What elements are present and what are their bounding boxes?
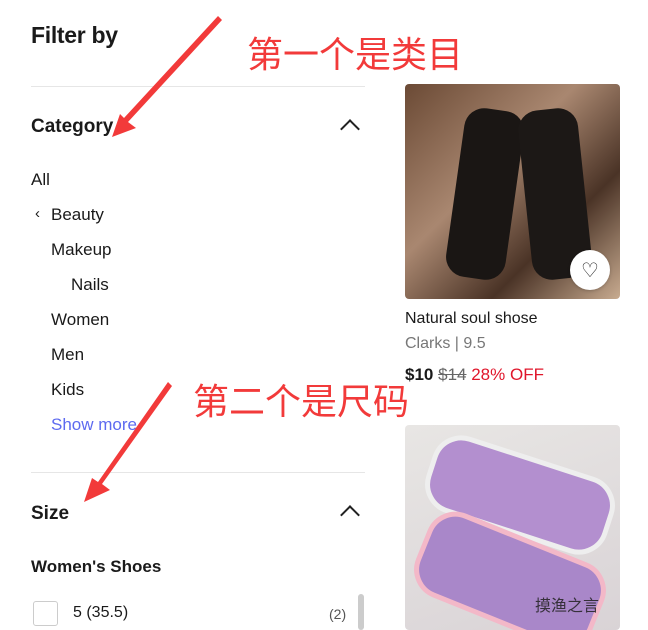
arrow-icon — [112, 16, 222, 137]
annotation-arrows — [84, 16, 222, 502]
watermark: 摸渔之言 — [535, 598, 600, 615]
arrow-icon — [84, 382, 172, 502]
